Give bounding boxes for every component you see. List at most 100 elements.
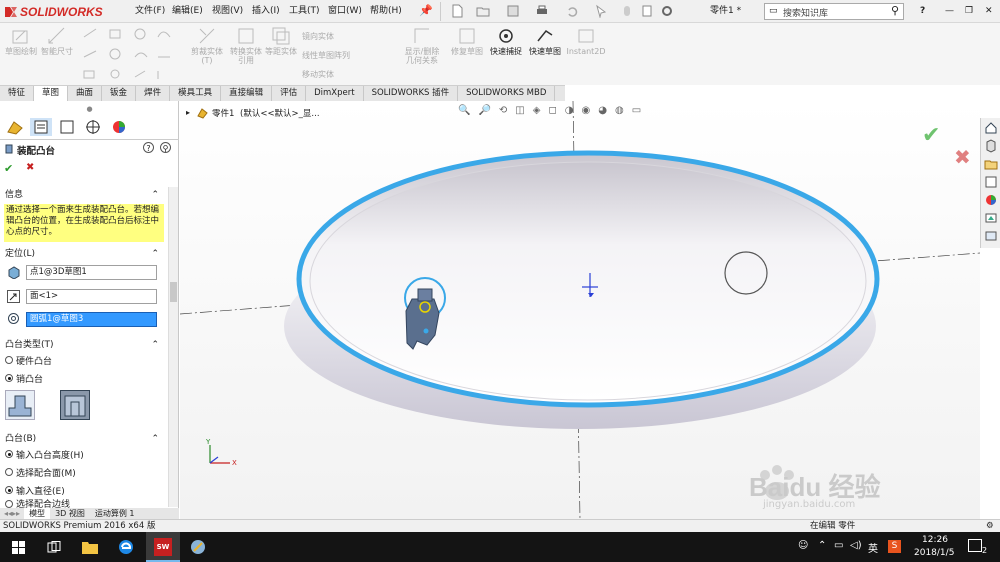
design-library-icon[interactable] <box>984 157 998 171</box>
clock-date[interactable]: 2018/1/5 <box>914 548 954 558</box>
point-field[interactable]: 点1@3D草图1 <box>26 265 157 280</box>
custom-properties-icon[interactable] <box>984 229 998 243</box>
new-document-icon[interactable] <box>450 4 464 18</box>
menu-tools[interactable]: 工具(T) <box>289 4 320 19</box>
bowl-inner-surface[interactable] <box>309 161 867 401</box>
smart-dimension-button[interactable]: 智能尺寸 <box>40 25 74 56</box>
display-relations-button[interactable]: 显示/删除几何关系 <box>402 25 442 65</box>
people-icon[interactable]: ☺ <box>798 540 808 551</box>
save-icon[interactable] <box>506 4 520 18</box>
home-icon[interactable] <box>984 121 998 135</box>
tab-weldments[interactable]: 焊件 <box>136 86 171 101</box>
collapse-chevron-icon[interactable]: ⌃ <box>151 188 159 202</box>
tray-expand-icon[interactable]: ⌃ <box>818 540 826 551</box>
paint-app-icon[interactable] <box>190 539 206 555</box>
model-view[interactable]: Y X <box>180 101 980 519</box>
action-center-icon[interactable] <box>968 539 982 552</box>
display-manager-tab-icon[interactable] <box>108 118 130 136</box>
tab-scroll-arrows-icon[interactable]: ◂◂▸▸ <box>0 508 24 519</box>
tab-dimxpert[interactable]: DimXpert <box>306 86 364 101</box>
position-section-header[interactable]: 定位(L) ⌃ <box>0 247 165 261</box>
pin-boss-radio[interactable]: 销凸台 <box>5 371 43 385</box>
menu-file[interactable]: 文件(F) <box>135 4 165 19</box>
tab-features[interactable]: 特征 <box>0 86 35 101</box>
trim-entities-button[interactable]: 剪裁实体(T) <box>188 25 226 65</box>
boss-type-section-header[interactable]: 凸台类型(T) ⌃ <box>0 338 165 352</box>
menu-view[interactable]: 视图(V) <box>212 4 243 19</box>
tab-mbd[interactable]: SOLIDWORKS MBD <box>458 86 556 101</box>
volume-icon[interactable]: ◁) <box>850 540 862 551</box>
status-settings-icon[interactable]: ⚙ <box>986 520 994 532</box>
tab-motion-study[interactable]: 运动算例 1 <box>90 508 140 519</box>
property-manager-tab-icon[interactable] <box>30 118 52 136</box>
restore-button[interactable]: ❐ <box>965 4 973 19</box>
ime-icon[interactable]: S <box>888 540 901 553</box>
open-folder-icon[interactable] <box>476 4 490 18</box>
instant2d-button[interactable]: Instant2D <box>565 25 607 56</box>
collapse-chevron-icon[interactable]: ⌃ <box>151 338 159 352</box>
file-properties-icon[interactable] <box>640 4 654 18</box>
convert-entities-button[interactable]: 转换实体引用 <box>228 25 264 65</box>
help-icon[interactable]: ? <box>143 142 154 153</box>
panel-grip[interactable]: ● <box>0 105 179 113</box>
tab-sheet-metal[interactable]: 钣金 <box>102 86 137 101</box>
configuration-manager-tab-icon[interactable] <box>56 118 78 136</box>
info-section-header[interactable]: 信息 ⌃ <box>0 188 165 202</box>
file-explorer-icon[interactable] <box>984 175 998 189</box>
panel-scrollbar[interactable] <box>168 187 178 507</box>
input-language[interactable]: 英 <box>868 540 878 555</box>
task-view-icon[interactable] <box>47 541 61 554</box>
solidworks-logo[interactable]: SOLIDWORKS <box>4 4 103 20</box>
pin-type-female-icon[interactable] <box>60 390 90 420</box>
collapse-chevron-icon[interactable]: ⌃ <box>151 247 159 261</box>
close-button[interactable]: ✕ <box>985 4 993 19</box>
tab-3d-views[interactable]: 3D 视图 <box>50 508 90 519</box>
select-mating-edge-radio[interactable]: 选择配合边线 <box>5 499 70 508</box>
scrollbar-thumb[interactable] <box>170 282 177 302</box>
edge-browser-icon[interactable] <box>118 539 134 555</box>
enter-height-radio[interactable]: 输入凸台高度(H) <box>5 447 84 461</box>
search-box[interactable]: ▭ 搜索知识库 ⚲ <box>764 3 904 20</box>
menu-help[interactable]: 帮助(H) <box>370 4 402 19</box>
help-button[interactable]: ? <box>920 4 925 19</box>
detailed-preview-icon[interactable]: ⚲ <box>160 142 171 153</box>
windows-start-icon[interactable] <box>12 541 25 554</box>
sketch-entity-tools-icon[interactable] <box>80 27 180 83</box>
quick-snaps-button[interactable]: 快速捕捉 <box>488 25 524 56</box>
select-arrow-icon[interactable] <box>594 4 608 18</box>
tab-model[interactable]: 模型 <box>24 508 51 519</box>
view-palette-icon[interactable] <box>984 193 998 207</box>
repair-sketch-button[interactable]: 修复草图 <box>450 25 484 56</box>
enter-diameter-radio[interactable]: 输入直径(E) <box>5 483 65 497</box>
tab-evaluate[interactable]: 评估 <box>272 86 307 101</box>
dimxpert-manager-tab-icon[interactable] <box>82 118 104 136</box>
search-input[interactable]: 搜索知识库 <box>783 6 828 19</box>
face-field[interactable]: 面<1> <box>26 289 157 304</box>
pin-icon[interactable]: 📌 <box>419 4 433 17</box>
select-mating-face-radio[interactable]: 选择配合面(M) <box>5 465 76 479</box>
hardware-boss-radio[interactable]: 硬件凸台 <box>5 353 52 367</box>
menu-window[interactable]: 窗口(W) <box>328 4 362 19</box>
minimize-button[interactable]: — <box>945 4 954 19</box>
arc-field[interactable]: 圆弧1@草图3 <box>26 312 157 327</box>
sketch-button[interactable]: 草图绘制 <box>4 25 38 56</box>
resources-icon[interactable] <box>984 139 998 153</box>
print-icon[interactable] <box>535 4 549 18</box>
search-icon[interactable]: ⚲ <box>891 4 899 17</box>
cancel-button[interactable]: ✖ <box>26 162 34 173</box>
tab-sketch[interactable]: 草图 <box>34 86 69 101</box>
network-icon[interactable]: ▭ <box>834 540 843 551</box>
offset-entities-button[interactable]: 等距实体 <box>264 25 298 56</box>
clock-time[interactable]: 12:26 <box>922 535 948 545</box>
appearances-icon[interactable] <box>984 211 998 225</box>
pin-type-male-icon[interactable] <box>5 390 35 420</box>
rebuild-icon[interactable] <box>620 4 634 18</box>
menu-insert[interactable]: 插入(I) <box>252 4 280 19</box>
menu-edit[interactable]: 编辑(E) <box>172 4 203 19</box>
tab-addins[interactable]: SOLIDWORKS 插件 <box>364 86 459 101</box>
mirror-entities-button[interactable]: 镜向实体 <box>302 31 334 42</box>
move-entities-button[interactable]: 移动实体 <box>302 69 334 80</box>
tab-mold-tools[interactable]: 模具工具 <box>170 86 222 101</box>
options-gear-icon[interactable] <box>660 4 674 18</box>
tab-direct-editing[interactable]: 直接编辑 <box>221 86 273 101</box>
